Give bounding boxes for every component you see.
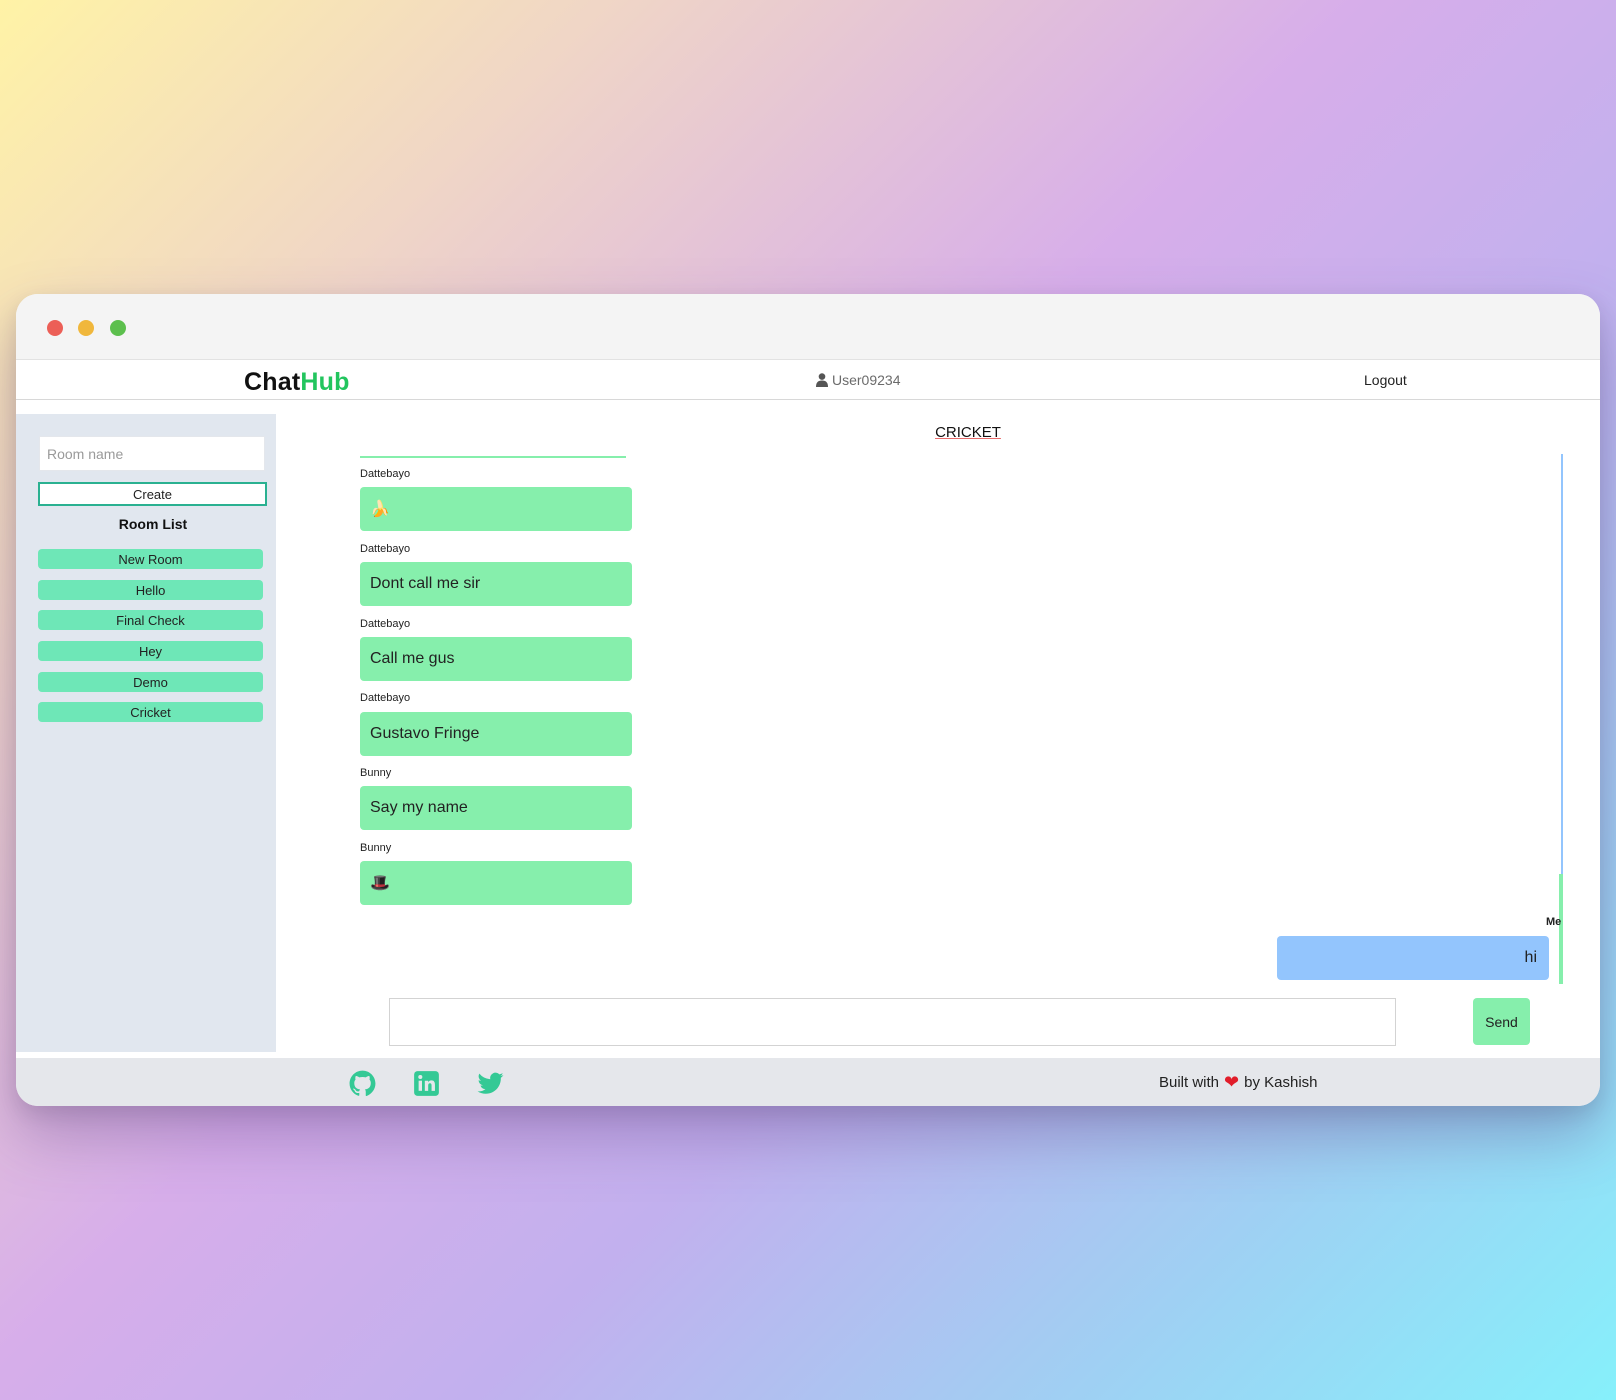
footer: Built with ❤ by Kashish <box>16 1058 1600 1106</box>
brand-part-hub: Hub <box>300 368 350 396</box>
message-sender: Dattebayo <box>360 692 411 704</box>
close-window-button[interactable] <box>47 320 63 336</box>
minimize-window-button[interactable] <box>78 320 94 336</box>
message-bubble: Dont call me sir <box>360 562 632 606</box>
room-item-hey[interactable]: Hey <box>38 641 263 661</box>
create-room-button[interactable]: Create <box>38 482 267 506</box>
github-icon[interactable] <box>349 1070 376 1097</box>
send-button[interactable]: Send <box>1473 998 1530 1045</box>
brand-logo[interactable]: ChatHub <box>244 368 350 397</box>
message-input[interactable] <box>389 998 1396 1046</box>
room-title: CRICKET <box>935 424 1001 441</box>
twitter-icon[interactable] <box>477 1070 504 1097</box>
room-item-demo[interactable]: Demo <box>38 672 263 692</box>
message-divider <box>360 456 626 458</box>
brand-part-chat: Chat <box>244 368 301 396</box>
heart-icon: ❤ <box>1224 1072 1240 1092</box>
message-sender: Bunny <box>360 842 392 854</box>
footer-credit: Built with ❤ by Kashish <box>1159 1073 1318 1091</box>
sidebar: Create Room List New Room Hello Final Ch… <box>16 414 276 1052</box>
message-scrollbar-track[interactable] <box>1561 454 1563 874</box>
room-list-heading: Room List <box>118 516 188 532</box>
credit-suffix: by Kashish <box>1244 1073 1318 1091</box>
message-bubble: Gustavo Fringe <box>360 712 632 756</box>
user-icon <box>816 373 828 387</box>
message-bubble: 🎩 <box>360 861 632 905</box>
message-bubble: Call me gus <box>360 637 632 681</box>
current-user: User09234 <box>816 372 901 388</box>
room-name-input[interactable] <box>39 436 265 471</box>
message-sender: Bunny <box>360 767 392 779</box>
room-item-hello[interactable]: Hello <box>38 580 263 600</box>
message-sender: Dattebayo <box>360 618 411 630</box>
my-message-bubble: hi <box>1277 936 1549 980</box>
navbar: ChatHub User09234 Logout <box>16 360 1600 400</box>
window-titlebar <box>16 294 1600 360</box>
message-sender: Dattebayo <box>360 468 411 480</box>
room-item-cricket[interactable]: Cricket <box>38 702 263 722</box>
message-bubble: 🍌 <box>360 487 632 531</box>
browser-window: ChatHub User09234 Logout Create Room Lis… <box>16 294 1600 1106</box>
logout-button[interactable]: Logout <box>1364 372 1407 388</box>
message-sender: Dattebayo <box>360 543 411 555</box>
message-scrollbar-thumb[interactable] <box>1559 874 1563 984</box>
linkedin-icon[interactable] <box>413 1070 440 1097</box>
my-message-sender: Me <box>1546 916 1562 928</box>
message-bubble: Say my name <box>360 786 632 830</box>
credit-prefix: Built with <box>1159 1073 1220 1091</box>
username-label: User09234 <box>832 372 901 388</box>
maximize-window-button[interactable] <box>110 320 126 336</box>
room-item-final-check[interactable]: Final Check <box>38 610 263 630</box>
room-item-new-room[interactable]: New Room <box>38 549 263 569</box>
